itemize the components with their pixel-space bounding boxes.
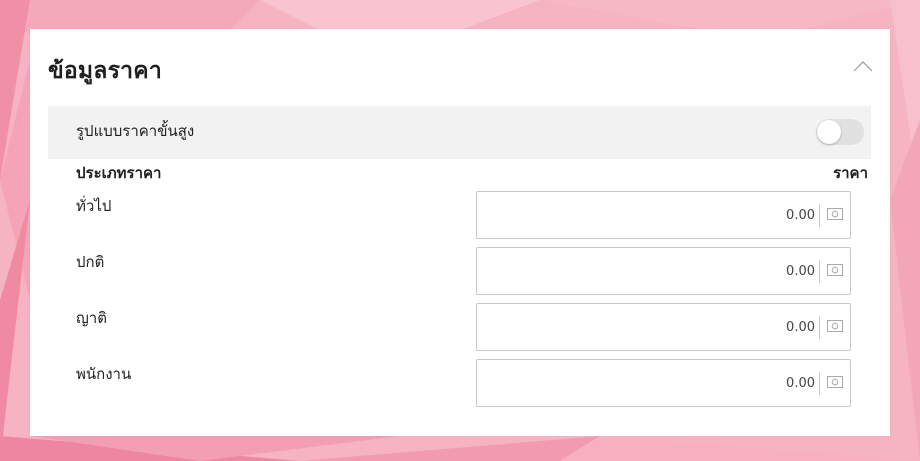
advanced-pricing-toggle[interactable] [816,119,864,145]
price-row-regular: ปกติ [30,247,890,297]
toggle-knob [817,120,841,144]
input-divider [819,204,820,227]
price-header: ราคา [833,164,868,182]
price-info-panel: ข้อมูลราคา รูปแบบราคาขั้นสูง ประเภทราคา … [30,29,890,436]
price-input-regular[interactable] [476,247,851,295]
price-value-input[interactable] [485,316,815,338]
price-row-label: พนักงาน [76,365,132,383]
price-row-employee: พนักงาน [30,359,890,409]
price-input-employee[interactable] [476,359,851,407]
price-value-input[interactable] [485,372,815,394]
price-row-label: ปกติ [76,253,105,271]
price-input-relative[interactable] [476,303,851,351]
input-divider [819,316,820,339]
price-value-input[interactable] [485,260,815,282]
price-row-label: ทั่วไป [76,197,112,215]
money-icon [827,208,843,220]
input-divider [819,260,820,283]
input-divider [819,372,820,395]
panel-title: ข้อมูลราคา [48,58,162,84]
price-input-general[interactable] [476,191,851,239]
advanced-pricing-label: รูปแบบราคาขั้นสูง [76,122,195,140]
price-row-label: ญาติ [76,309,107,327]
price-row-relative: ญาติ [30,303,890,353]
money-icon [827,320,843,332]
price-row-general: ทั่วไป [30,191,890,241]
chevron-up-icon [853,61,873,72]
money-icon [827,376,843,388]
collapse-button[interactable] [848,53,878,79]
advanced-pricing-row: รูปแบบราคาขั้นสูง [48,106,871,159]
price-value-input[interactable] [485,204,815,226]
money-icon [827,264,843,276]
price-type-header: ประเภทราคา [76,164,162,182]
